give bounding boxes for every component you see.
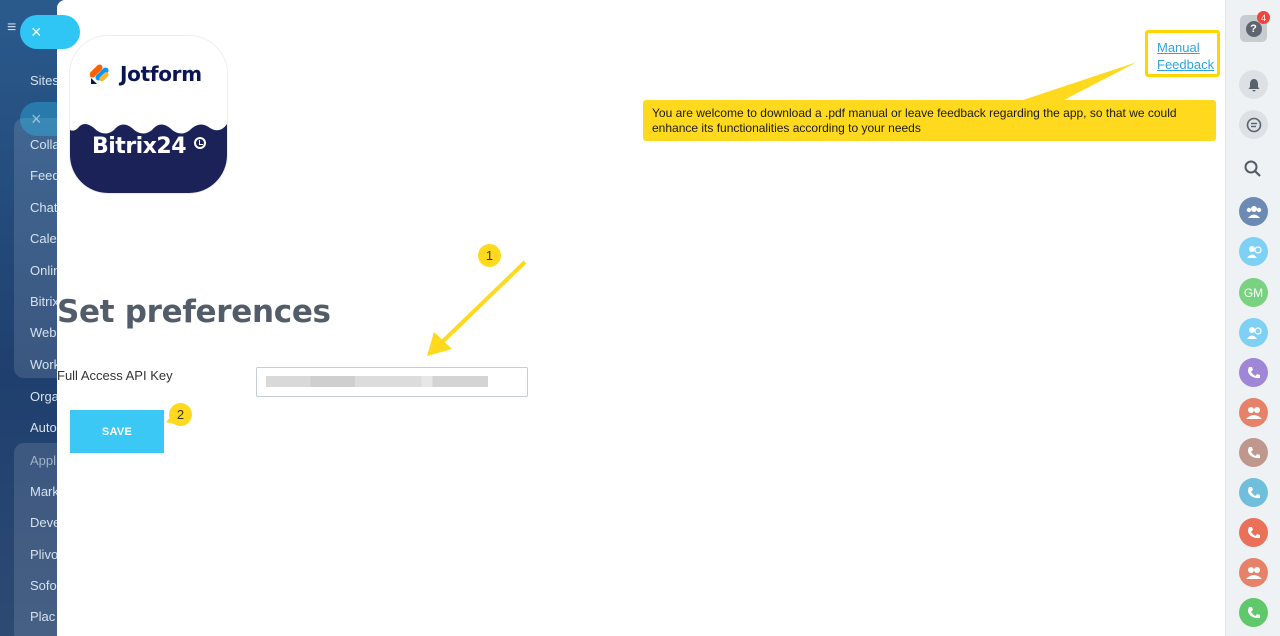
phone-icon bbox=[1247, 606, 1260, 618]
help-links-box: Manual Feedback bbox=[1145, 30, 1220, 77]
sidebar-item-calendar[interactable]: Cale bbox=[30, 231, 57, 246]
close-icon: × bbox=[31, 108, 42, 129]
bell-button[interactable] bbox=[1239, 70, 1268, 99]
step-2-badge: 2 bbox=[169, 403, 192, 426]
call-avatar[interactable] bbox=[1239, 518, 1268, 547]
user-avatar[interactable] bbox=[1239, 558, 1268, 587]
sidebar-item-collab[interactable]: Colla bbox=[30, 137, 60, 152]
sidebar-item-online[interactable]: Onlin bbox=[30, 263, 60, 278]
sidebar-item-apps[interactable]: Appl bbox=[30, 453, 56, 468]
sidebar-item-sites[interactable]: Sites bbox=[30, 73, 59, 88]
jotform-wordmark: Jotform bbox=[120, 62, 202, 86]
bell-icon bbox=[1248, 78, 1259, 91]
user-avatar[interactable] bbox=[1239, 398, 1268, 427]
call-avatar[interactable] bbox=[1239, 358, 1268, 387]
sidebar-item-org[interactable]: Orga bbox=[30, 389, 59, 404]
group-icon bbox=[1246, 205, 1261, 218]
api-key-label: Full Access API Key bbox=[57, 368, 173, 383]
call-avatar[interactable] bbox=[1239, 478, 1268, 507]
manual-link[interactable]: Manual bbox=[1157, 39, 1217, 56]
step-1-badge: 1 bbox=[478, 244, 501, 267]
sidebar-item-web[interactable]: Web bbox=[30, 325, 57, 340]
hamburger-menu-icon[interactable]: ≡ bbox=[7, 20, 16, 36]
jotform-mark-icon bbox=[90, 64, 109, 84]
chat-icon bbox=[1246, 117, 1261, 132]
close-icon: × bbox=[31, 21, 42, 42]
phone-icon bbox=[1247, 486, 1260, 498]
notification-count-badge: 4 bbox=[1257, 11, 1270, 24]
gm-avatar[interactable]: GM bbox=[1239, 278, 1268, 307]
help-callout: You are welcome to download a .pdf manua… bbox=[643, 100, 1216, 141]
messenger-button[interactable] bbox=[1239, 110, 1268, 139]
group-chat-avatar[interactable] bbox=[1239, 197, 1268, 226]
sidebar-item-sofo[interactable]: Sofo bbox=[30, 578, 57, 593]
search-icon[interactable] bbox=[1243, 159, 1263, 179]
phone-icon bbox=[1247, 366, 1260, 378]
app-logo: Jotform Bitrix24 bbox=[70, 36, 227, 193]
users-icon bbox=[1245, 406, 1262, 419]
call-avatar[interactable] bbox=[1239, 438, 1268, 467]
sidebar-item-market[interactable]: Mark bbox=[30, 484, 59, 499]
bitrix-wordmark: Bitrix24 bbox=[92, 134, 187, 159]
save-button[interactable]: SAVE bbox=[70, 410, 164, 453]
phone-icon bbox=[1247, 526, 1260, 538]
phone-icon bbox=[1247, 446, 1260, 458]
sidebar-item-work[interactable]: Work bbox=[30, 357, 60, 372]
right-toolbar: ? 4 GM bbox=[1225, 0, 1280, 636]
sidebar-item-feed[interactable]: Feed bbox=[30, 168, 60, 183]
user-clock-icon bbox=[1246, 326, 1262, 339]
user-clock-icon bbox=[1246, 245, 1262, 258]
sidebar-item-chat[interactable]: Chat bbox=[30, 200, 57, 215]
sidebar-item-auto[interactable]: Auto bbox=[30, 420, 57, 435]
user-avatar[interactable] bbox=[1239, 318, 1268, 347]
api-key-redacted-value bbox=[266, 376, 488, 387]
clock-icon bbox=[194, 137, 206, 149]
sidebar-item-plivo[interactable]: Plivo bbox=[30, 547, 58, 562]
sidebar-item-dev[interactable]: Deve bbox=[30, 515, 60, 530]
feedback-link[interactable]: Feedback bbox=[1157, 56, 1217, 73]
users-icon bbox=[1245, 566, 1262, 579]
page-title: Set preferences bbox=[57, 294, 331, 330]
user-avatar[interactable] bbox=[1239, 237, 1268, 266]
sidebar-item-bitrix[interactable]: Bitrix bbox=[30, 294, 59, 309]
sidebar-item-place[interactable]: Plac bbox=[30, 609, 55, 624]
call-avatar[interactable] bbox=[1239, 598, 1268, 627]
